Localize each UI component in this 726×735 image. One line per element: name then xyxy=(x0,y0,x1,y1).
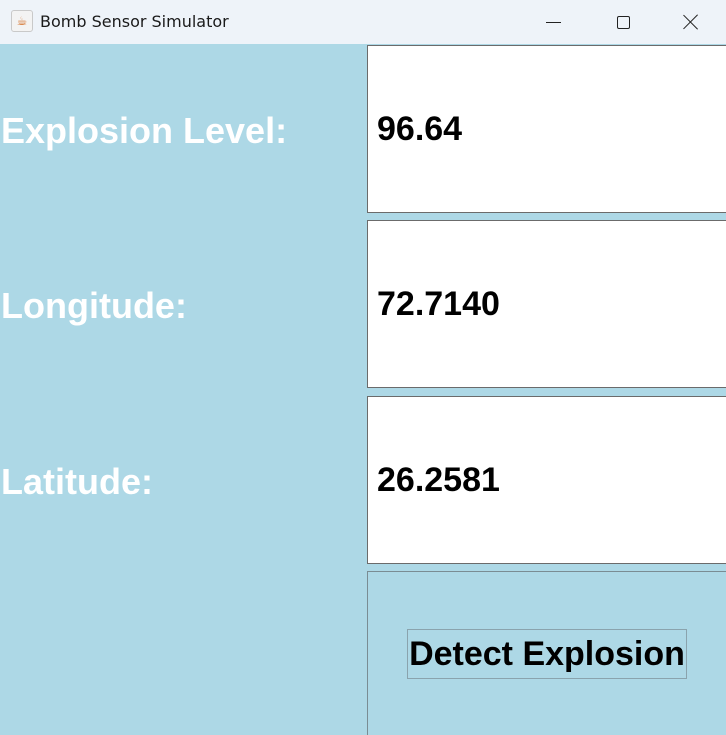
window-title: Bomb Sensor Simulator xyxy=(40,12,229,31)
app-window: ☕ Bomb Sensor Simulator Explosion Level:… xyxy=(0,0,726,735)
explosion-level-field[interactable]: 96.64 xyxy=(367,45,726,213)
maximize-button[interactable] xyxy=(588,0,658,44)
title-bar[interactable]: ☕ Bomb Sensor Simulator xyxy=(0,0,726,44)
detect-explosion-button[interactable]: Detect Explosion xyxy=(367,571,726,735)
longitude-label: Longitude: xyxy=(1,285,187,326)
java-cup-icon: ☕ xyxy=(11,10,33,32)
explosion-level-label: Explosion Level: xyxy=(1,110,288,151)
maximize-icon xyxy=(616,15,630,29)
minimize-button[interactable] xyxy=(518,0,588,44)
latitude-label: Latitude: xyxy=(1,461,153,502)
longitude-field[interactable]: 72.7140 xyxy=(367,220,726,388)
close-button[interactable] xyxy=(656,0,726,44)
latitude-field[interactable]: 26.2581 xyxy=(367,396,726,564)
detect-explosion-button-label: Detect Explosion xyxy=(407,629,687,679)
close-icon xyxy=(683,14,699,30)
minimize-icon xyxy=(545,21,561,23)
